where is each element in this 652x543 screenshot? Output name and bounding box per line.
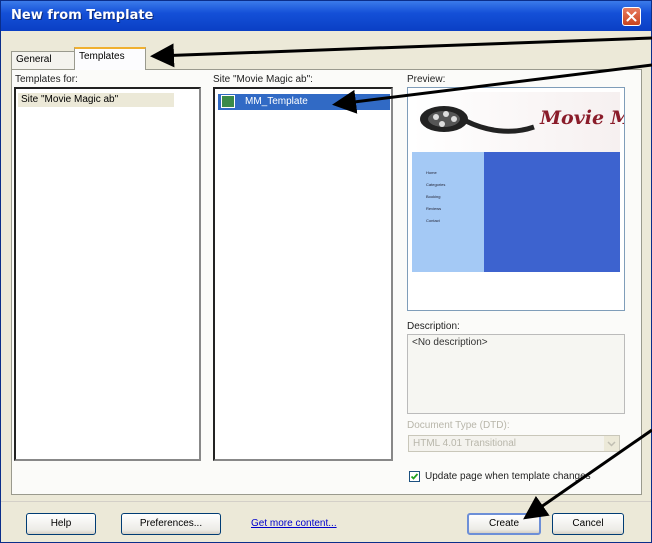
footer-divider xyxy=(1,501,651,502)
list-item-mm-template[interactable]: MM_Template xyxy=(218,94,390,110)
close-icon xyxy=(626,11,637,22)
update-page-label[interactable]: Update page when template changes xyxy=(425,471,591,482)
description-box: <No description> xyxy=(407,334,625,414)
site-templates-label: Site "Movie Magic ab": xyxy=(213,74,313,85)
update-page-checkbox[interactable] xyxy=(409,471,420,482)
new-from-template-dialog: New from Template General Templates Temp… xyxy=(0,0,652,543)
title-bar[interactable]: New from Template xyxy=(1,1,651,31)
preview-content-area xyxy=(484,152,620,272)
list-item-site-movie-magic[interactable]: Site "Movie Magic ab" xyxy=(18,93,174,107)
checkmark-icon xyxy=(410,473,419,480)
close-button[interactable] xyxy=(622,7,641,26)
preview-nav-link: Home xyxy=(426,170,437,175)
preview-banner-title: Movie M xyxy=(540,107,625,129)
tab-general[interactable]: General xyxy=(11,51,75,69)
doctype-value: HTML 4.01 Transitional xyxy=(413,438,517,449)
create-button[interactable]: Create xyxy=(467,513,541,535)
template-file-icon xyxy=(221,94,235,108)
preview-nav-link: Contact xyxy=(426,218,440,223)
preview-nav-column: Home Categories Booking Reviews Contact xyxy=(412,152,484,272)
template-preview: Movie M Home Categories Booking Reviews … xyxy=(407,87,625,311)
doctype-label: Document Type (DTD): xyxy=(407,420,510,431)
cancel-button[interactable]: Cancel xyxy=(552,513,624,535)
description-text: <No description> xyxy=(412,337,488,348)
mm-template-label: MM_Template xyxy=(245,96,308,107)
preview-label: Preview: xyxy=(407,74,446,85)
help-button[interactable]: Help xyxy=(26,513,96,535)
preview-banner: Movie M xyxy=(412,92,624,153)
preview-nav-link: Categories xyxy=(426,182,446,187)
site-templates-list[interactable]: MM_Template xyxy=(213,87,393,461)
chevron-down-icon xyxy=(604,436,619,451)
doctype-select[interactable]: HTML 4.01 Transitional xyxy=(408,435,620,452)
preview-nav-link: Booking xyxy=(426,194,441,199)
preferences-button[interactable]: Preferences... xyxy=(121,513,221,535)
templates-for-label: Templates for: xyxy=(15,74,78,85)
templates-for-list[interactable]: Site "Movie Magic ab" xyxy=(14,87,201,461)
film-reel-icon xyxy=(420,106,535,134)
description-label: Description: xyxy=(407,321,460,332)
window-title: New from Template xyxy=(11,8,154,23)
tab-templates[interactable]: Templates xyxy=(74,47,146,70)
get-more-content-link[interactable]: Get more content... xyxy=(251,518,337,529)
preview-nav-link: Reviews xyxy=(426,206,442,211)
